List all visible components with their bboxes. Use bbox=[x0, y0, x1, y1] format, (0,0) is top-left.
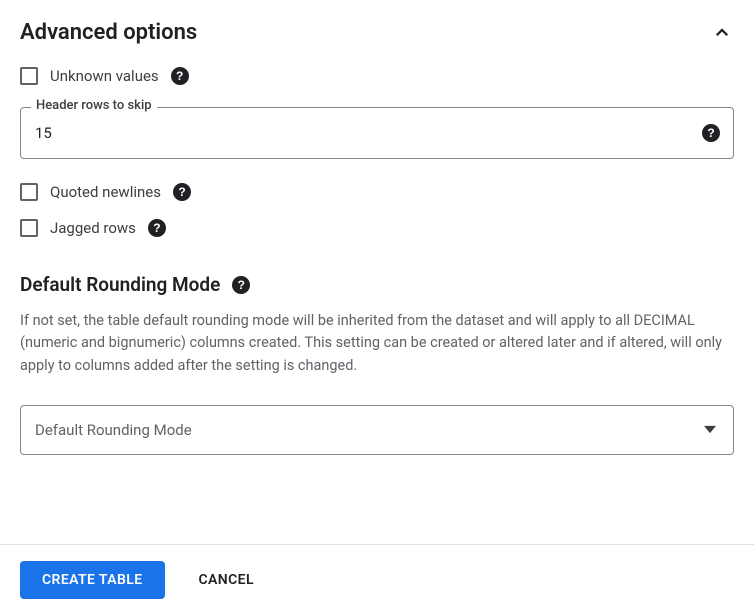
footer: CREATE TABLE CANCEL bbox=[0, 544, 754, 613]
unknown-values-label: Unknown values bbox=[50, 67, 159, 85]
collapse-toggle[interactable] bbox=[710, 21, 734, 45]
rounding-select-wrap: Default Rounding Mode bbox=[20, 405, 734, 455]
unknown-values-checkbox[interactable] bbox=[20, 67, 38, 85]
create-table-button[interactable]: CREATE TABLE bbox=[20, 561, 165, 599]
quoted-newlines-checkbox[interactable] bbox=[20, 183, 38, 201]
quoted-newlines-row: Quoted newlines bbox=[20, 183, 734, 201]
quoted-newlines-label: Quoted newlines bbox=[50, 183, 161, 201]
section-header: Advanced options bbox=[20, 20, 734, 45]
help-icon[interactable] bbox=[173, 183, 191, 201]
rounding-mode-select[interactable]: Default Rounding Mode bbox=[20, 405, 734, 455]
jagged-rows-row: Jagged rows bbox=[20, 219, 734, 237]
header-rows-label: Header rows to skip bbox=[31, 98, 157, 113]
help-icon[interactable] bbox=[232, 276, 250, 294]
help-icon[interactable] bbox=[702, 124, 720, 142]
rounding-description: If not set, the table default rounding m… bbox=[20, 310, 734, 377]
help-icon[interactable] bbox=[148, 219, 166, 237]
unknown-values-row: Unknown values bbox=[20, 67, 734, 85]
help-icon[interactable] bbox=[171, 67, 189, 85]
jagged-rows-label: Jagged rows bbox=[50, 219, 136, 237]
rounding-heading: Default Rounding Mode bbox=[20, 273, 220, 296]
rounding-heading-row: Default Rounding Mode bbox=[20, 273, 734, 296]
header-rows-field-wrap: Header rows to skip bbox=[20, 107, 734, 159]
cancel-button[interactable]: CANCEL bbox=[199, 572, 254, 588]
chevron-up-icon bbox=[713, 24, 731, 42]
header-rows-input[interactable] bbox=[20, 107, 734, 159]
jagged-rows-checkbox[interactable] bbox=[20, 219, 38, 237]
section-title: Advanced options bbox=[20, 20, 197, 45]
